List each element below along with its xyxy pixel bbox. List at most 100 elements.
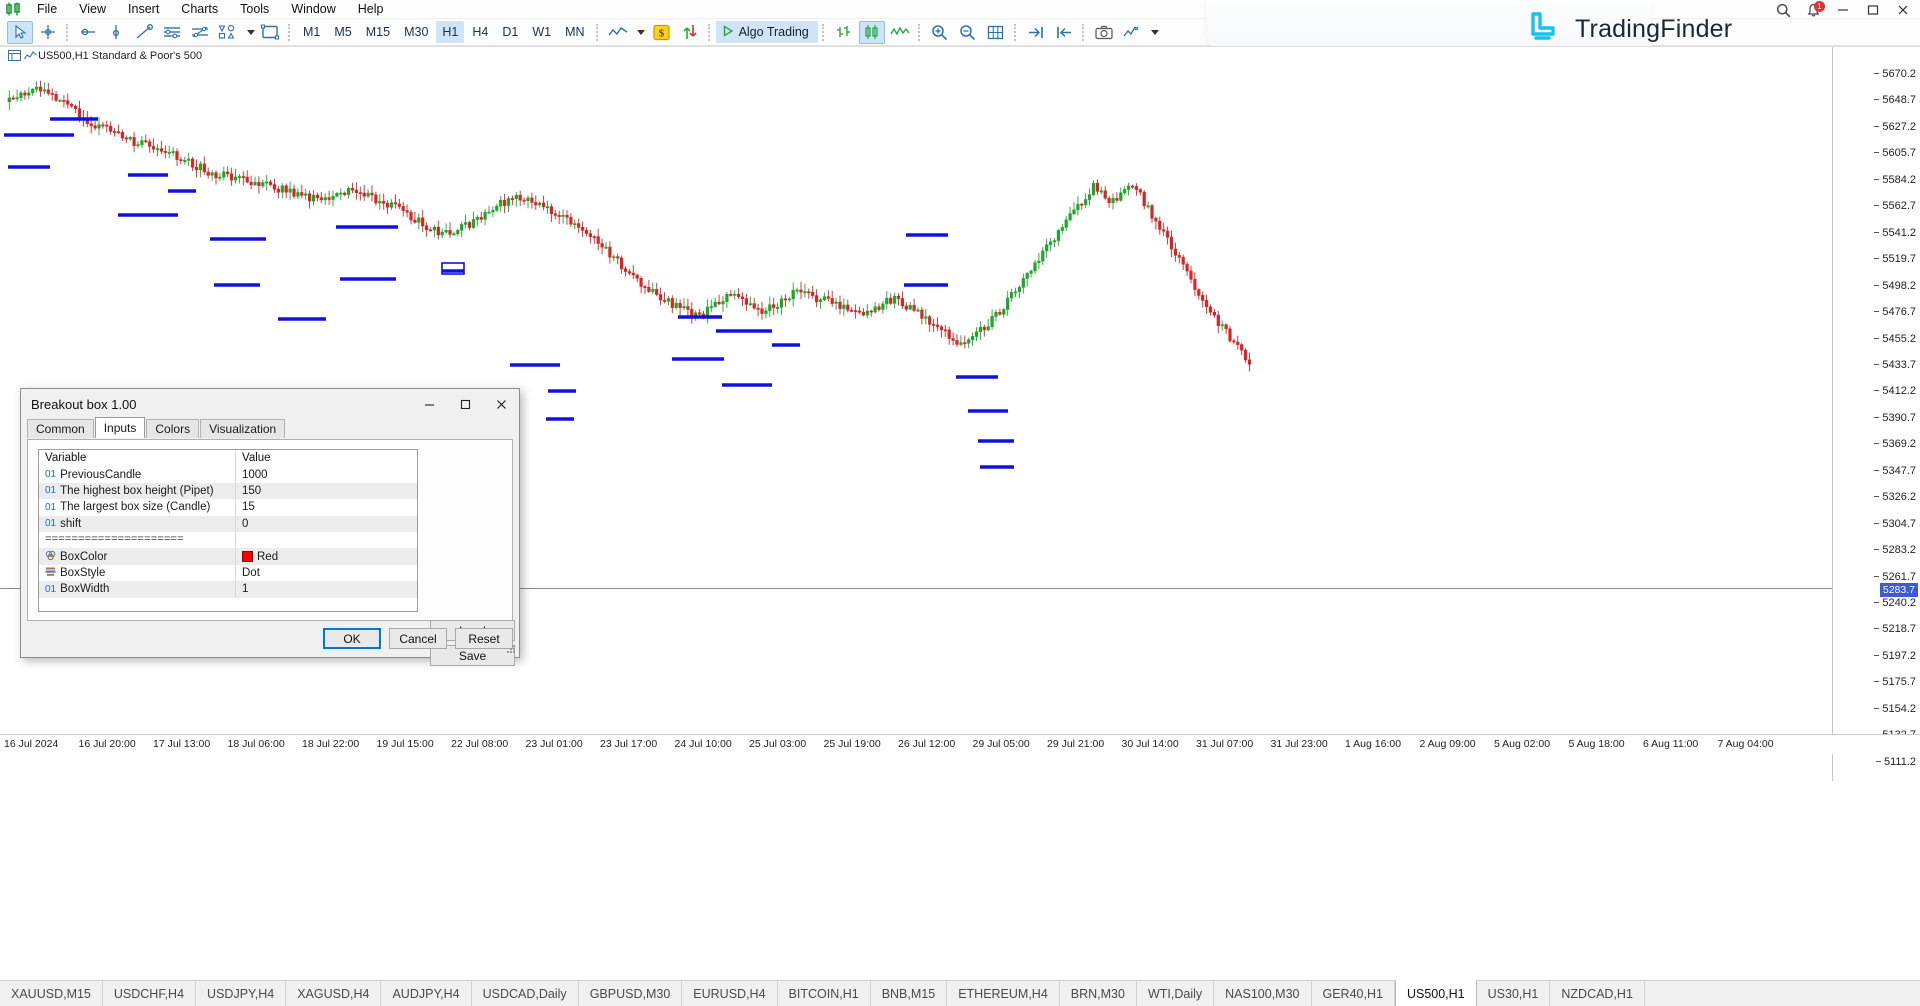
timeframe-m1[interactable]: M1 [297, 21, 326, 43]
horizontal-line-icon[interactable] [103, 21, 129, 44]
time-axis[interactable]: 16 Jul 202416 Jul 20:0017 Jul 13:0018 Ju… [0, 734, 1920, 754]
timeframe-m15[interactable]: M15 [360, 21, 396, 43]
tab-common[interactable]: Common [27, 419, 94, 438]
templates-dropdown-icon[interactable] [1147, 21, 1160, 44]
table-row[interactable]: 01The highest box height (Pipet)150 [39, 483, 417, 499]
symbol-tab-audjpy[interactable]: AUDJPY,H4 [381, 981, 471, 1006]
trendline-icon[interactable] [131, 21, 157, 44]
chart-shift-icon[interactable] [24, 50, 37, 64]
scroll-to-end-icon[interactable] [1023, 21, 1049, 44]
param-value[interactable]: Dot [235, 565, 417, 581]
cancel-button[interactable]: Cancel [389, 628, 447, 649]
inputs-table[interactable]: VariableValue01PreviousCandle100001The h… [38, 449, 418, 612]
fibonacci-icon[interactable] [187, 21, 213, 44]
param-value[interactable]: 150 [235, 483, 417, 499]
price-axis[interactable]: 5670.25648.75627.25605.75584.25562.75541… [1832, 47, 1920, 781]
breakout-box-settings-dialog[interactable]: Breakout box 1.00 Common Inputs Colors V… [20, 388, 520, 658]
table-row[interactable]: BoxColorRed [39, 548, 417, 564]
shapes-icon[interactable] [215, 21, 241, 44]
camera-icon[interactable] [1091, 21, 1117, 44]
timeframe-d1[interactable]: D1 [496, 21, 524, 43]
symbol-tab-brn[interactable]: BRN,M30 [1060, 981, 1137, 1006]
vertical-line-icon[interactable] [75, 21, 101, 44]
table-row[interactable]: 01The largest box size (Candle)15 [39, 499, 417, 515]
symbol-tab-xagusd[interactable]: XAGUSD,H4 [286, 981, 381, 1006]
toolbar-separator [66, 24, 70, 41]
timeframe-m30[interactable]: M30 [398, 21, 434, 43]
menu-insert[interactable]: Insert [117, 0, 170, 19]
up-down-arrows-icon[interactable] [677, 21, 703, 44]
param-value[interactable]: 1000 [235, 466, 417, 482]
param-value[interactable]: 0 [235, 516, 417, 532]
symbol-tab-us500[interactable]: US500,H1 [1395, 980, 1477, 1006]
bell-icon[interactable]: 1 [1802, 2, 1824, 18]
cursor-icon[interactable] [7, 21, 33, 44]
menu-tools[interactable]: Tools [229, 0, 280, 19]
symbol-tab-usdjpy[interactable]: USDJPY,H4 [196, 981, 286, 1006]
crosshair-icon[interactable] [35, 21, 61, 44]
symbol-tab-xauusd[interactable]: XAUUSD,M15 [0, 981, 103, 1006]
search-icon[interactable] [1772, 2, 1794, 18]
dialog-minimize-icon[interactable] [411, 389, 447, 419]
symbol-tab-ethereum[interactable]: ETHEREUM,H4 [947, 981, 1060, 1006]
bar-chart-icon[interactable] [831, 21, 857, 44]
minimize-icon[interactable] [1832, 2, 1854, 18]
algo-trading-button[interactable]: Algo Trading [716, 21, 818, 43]
menu-help[interactable]: Help [347, 0, 395, 19]
auto-scroll-icon[interactable] [1051, 21, 1077, 44]
maximize-icon[interactable] [1862, 2, 1884, 18]
menu-window[interactable]: Window [280, 0, 346, 19]
line-chart-icon[interactable] [605, 21, 631, 44]
timeframe-h4[interactable]: H4 [466, 21, 494, 43]
tradingfinder-brand-name: TradingFinder [1575, 15, 1732, 44]
symbol-tab-gbpusd[interactable]: GBPUSD,M30 [579, 981, 683, 1006]
timeframe-mn[interactable]: MN [559, 21, 590, 43]
symbol-tab-usdcad[interactable]: USDCAD,Daily [472, 981, 579, 1006]
param-value[interactable]: 1 [235, 581, 417, 597]
timeframe-w1[interactable]: W1 [526, 21, 557, 43]
grid-icon[interactable] [983, 21, 1009, 44]
dollar-box-icon[interactable]: $ [649, 21, 675, 44]
equidistant-channel-icon[interactable] [159, 21, 185, 44]
timeframe-m5[interactable]: M5 [328, 21, 357, 43]
table-row[interactable]: 01PreviousCandle1000 [39, 466, 417, 482]
table-row[interactable]: 01BoxWidth1 [39, 581, 417, 597]
table-row[interactable]: 01shift0 [39, 516, 417, 532]
menu-file[interactable]: File [26, 0, 68, 19]
text-object-icon[interactable] [257, 21, 283, 44]
current-price-label: 5283.7 [1880, 583, 1918, 597]
templates-icon[interactable] [1119, 21, 1145, 44]
param-value[interactable]: 15 [235, 499, 417, 515]
ok-button[interactable]: OK [323, 628, 381, 649]
symbol-tab-bnb[interactable]: BNB,M15 [871, 981, 948, 1006]
symbol-tab-bitcoin[interactable]: BITCOIN,H1 [778, 981, 871, 1006]
symbol-tab-usdchf[interactable]: USDCHF,H4 [103, 981, 196, 1006]
zoom-in-icon[interactable] [927, 21, 953, 44]
menu-view[interactable]: View [68, 0, 117, 19]
dialog-close-icon[interactable] [483, 389, 519, 419]
symbol-tab-eurusd[interactable]: EURUSD,H4 [682, 981, 777, 1006]
resize-grip-icon[interactable] [505, 643, 517, 655]
tab-colors[interactable]: Colors [146, 419, 199, 438]
menu-charts[interactable]: Charts [170, 0, 229, 19]
tab-visualization[interactable]: Visualization [200, 419, 285, 438]
close-icon[interactable] [1892, 2, 1914, 18]
timeframe-h1[interactable]: H1 [436, 21, 464, 43]
price-tick: 5627.2 [1882, 122, 1916, 132]
chart-properties-icon[interactable] [8, 50, 21, 64]
symbol-tab-us30[interactable]: US30,H1 [1477, 981, 1551, 1006]
symbol-tab-nzdcad[interactable]: NZDCAD,H1 [1550, 981, 1645, 1006]
indicators-dropdown-icon[interactable] [633, 21, 647, 44]
shapes-dropdown-icon[interactable] [243, 21, 255, 44]
table-row[interactable]: ===================== [39, 532, 417, 548]
symbol-tab-ger40[interactable]: GER40,H1 [1312, 981, 1395, 1006]
dialog-maximize-icon[interactable] [447, 389, 483, 419]
line-chart-type-icon[interactable] [887, 21, 913, 44]
table-row[interactable]: BoxStyleDot [39, 565, 417, 581]
tab-inputs[interactable]: Inputs [95, 417, 146, 438]
candlestick-chart-icon[interactable] [859, 21, 885, 44]
zoom-out-icon[interactable] [955, 21, 981, 44]
symbol-tab-wti[interactable]: WTI,Daily [1137, 981, 1214, 1006]
symbol-tab-nas100[interactable]: NAS100,M30 [1214, 981, 1311, 1006]
param-value[interactable]: Red [235, 548, 417, 564]
